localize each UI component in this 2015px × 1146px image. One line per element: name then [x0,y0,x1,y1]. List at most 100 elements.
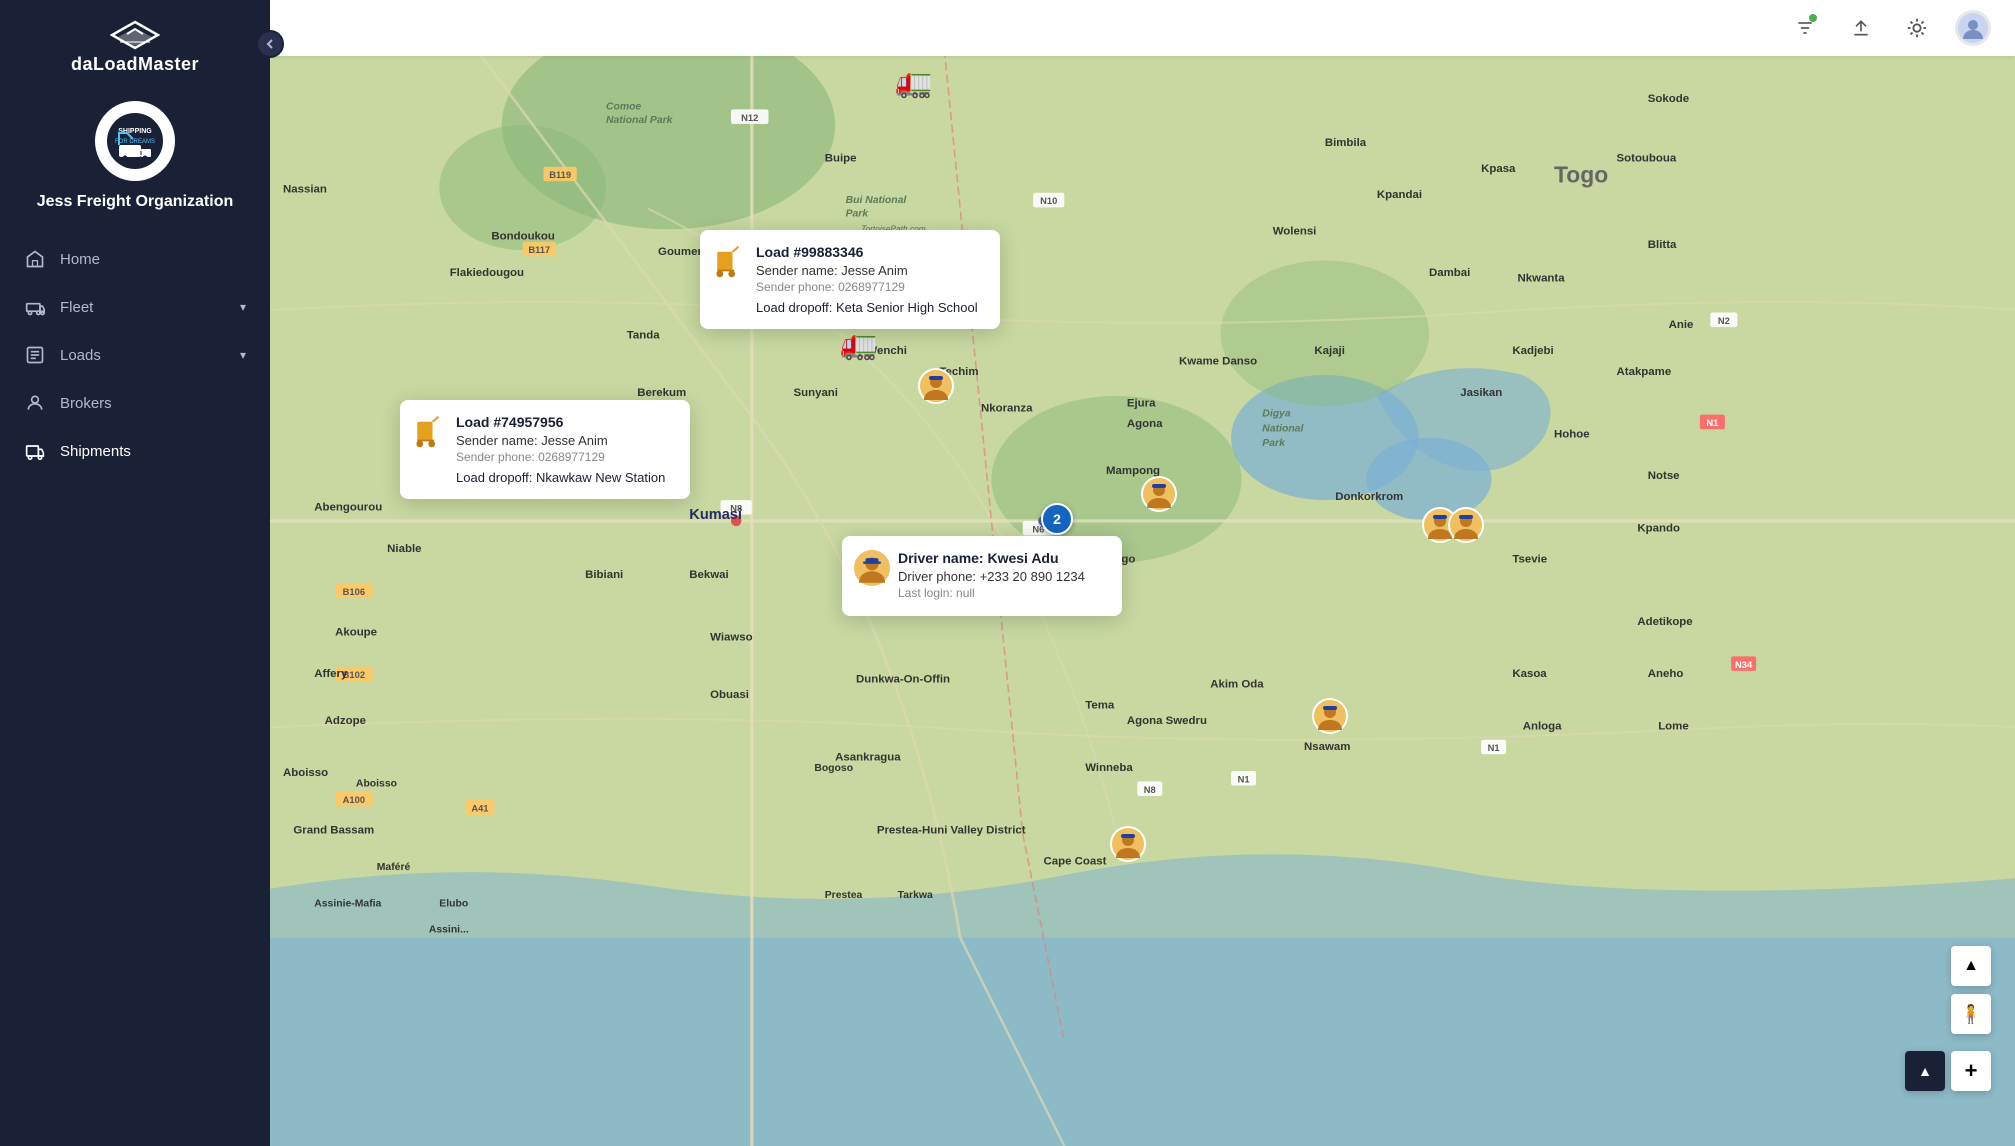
streetview-button[interactable]: 🧍 [1951,994,1991,1034]
svg-text:Kwame Danso: Kwame Danso [1179,356,1257,368]
svg-text:A41: A41 [471,804,488,814]
svg-text:Bogoso: Bogoso [814,763,853,774]
sidebar-item-fleet[interactable]: Fleet ▾ [0,283,270,331]
popup-driver-icon [854,550,890,586]
svg-text:Affery: Affery [314,668,348,680]
sidebar-item-loads-label: Loads [60,347,101,364]
svg-text:Akoupe: Akoupe [335,627,377,639]
svg-text:Assini...: Assini... [429,924,469,935]
svg-text:Jasikan: Jasikan [1460,387,1502,399]
popup-load-icon-1 [712,244,748,280]
zoom-in-button[interactable]: + [1951,1051,1991,1091]
svg-text:Buipe: Buipe [825,152,857,164]
svg-text:Kasoa: Kasoa [1512,668,1547,680]
app-logo-icon [110,20,160,50]
svg-text:Sunyani: Sunyani [793,387,838,399]
sidebar-item-fleet-label: Fleet [60,299,93,316]
svg-text:Digya: Digya [1262,409,1291,420]
fleet-icon [24,296,46,318]
popup-load-2[interactable]: Load #74957956 Sender name: Jesse Anim S… [400,400,690,499]
sidebar-item-home[interactable]: Home [0,235,270,283]
svg-text:Aboisso: Aboisso [356,779,397,790]
loads-icon [24,344,46,366]
svg-text:FOR DREAMS: FOR DREAMS [115,139,155,145]
sidebar-item-brokers[interactable]: Brokers [0,379,270,427]
svg-text:Blitta: Blitta [1648,239,1677,251]
svg-text:Flakiedougou: Flakiedougou [450,267,524,279]
popup-load-2-sender: Sender name: Jesse Anim [456,433,672,448]
sidebar-collapse-button[interactable] [256,30,284,58]
notification-dot [1809,14,1817,22]
svg-text:N34: N34 [1735,660,1753,670]
svg-text:Obuasi: Obuasi [710,689,749,701]
svg-text:Nsawam: Nsawam [1304,741,1350,753]
upload-button[interactable] [1843,10,1879,46]
popup-load-2-dropoff: Load dropoff: Nkawkaw New Station [456,470,672,485]
svg-text:Park: Park [846,209,870,220]
brokers-icon [24,392,46,414]
filter-button[interactable] [1787,10,1823,46]
svg-text:Akim Oda: Akim Oda [1210,679,1264,691]
popup-load-1-dropoff: Load dropoff: Keta Senior High School [756,300,982,315]
sidebar: daLoadMaster SHIPPING FOR DREAMS Jess Fr… [0,0,270,1146]
sidebar-item-home-label: Home [60,251,100,268]
svg-text:Winneba: Winneba [1085,762,1133,774]
sidebar-nav: Home Fleet ▾ [0,235,270,475]
settings-button[interactable] [1899,10,1935,46]
map-area[interactable]: N12 N10 N8 N6 A1 B106 B102 A100 Nassian … [270,0,2015,1146]
popup-load-2-phone: Sender phone: 0268977129 [456,450,672,464]
popup-load-1[interactable]: Load #99883346 Sender name: Jesse Anim S… [700,230,1000,329]
svg-text:Sokode: Sokode [1648,93,1689,105]
marker-driver-2[interactable] [1141,476,1177,517]
sidebar-item-shipments[interactable]: Shipments [0,427,270,475]
svg-text:Bondoukou: Bondoukou [491,231,555,243]
cluster-count[interactable]: 2 [1041,503,1073,535]
sidebar-item-loads[interactable]: Loads ▾ [0,331,270,379]
svg-text:Kpandai: Kpandai [1377,189,1422,201]
svg-text:Aboisso: Aboisso [283,767,328,779]
popup-driver-1[interactable]: Driver name: Kwesi Adu Driver phone: +23… [842,536,1122,616]
svg-text:A100: A100 [343,795,365,805]
popup-load-icon-2 [412,414,448,450]
svg-text:N12: N12 [741,113,758,123]
marker-driver-cape-coast[interactable] [1110,826,1146,867]
svg-text:Nkoranza: Nkoranza [981,403,1033,415]
svg-text:National Park: National Park [606,115,674,126]
svg-text:Tema: Tema [1085,699,1115,711]
svg-text:B106: B106 [343,587,365,597]
pan-up-button[interactable]: ▲ [1951,946,1991,986]
scroll-indicator[interactable]: ▲ [1905,1051,1945,1091]
marker-truck-2[interactable]: 🚛 [840,330,877,360]
sidebar-item-shipments-label: Shipments [60,443,131,460]
marker-driver-1[interactable] [918,368,954,409]
home-icon [24,248,46,270]
loads-chevron: ▾ [240,348,246,362]
marker-driver-group[interactable] [1422,507,1484,543]
svg-text:Tanda: Tanda [627,330,660,342]
svg-text:Wiawso: Wiawso [710,632,752,644]
topbar-icons [1787,10,1991,46]
marker-cluster[interactable]: 2 [1041,503,1073,535]
svg-text:Maféré: Maféré [377,862,411,873]
svg-text:Comoe: Comoe [606,101,641,112]
svg-text:Park: Park [1262,438,1286,449]
svg-text:Dunkwa-On-Offin: Dunkwa-On-Offin [856,673,950,685]
svg-text:Donkorkrom: Donkorkrom [1335,491,1403,503]
user-avatar[interactable] [1955,10,1991,46]
svg-text:N1: N1 [1488,743,1500,753]
svg-text:N1: N1 [1706,418,1718,428]
popup-load-1-phone: Sender phone: 0268977129 [756,280,982,294]
svg-text:Notse: Notse [1648,470,1680,482]
svg-text:Kadjebi: Kadjebi [1512,345,1553,357]
svg-text:Agona Swedru: Agona Swedru [1127,715,1207,727]
svg-text:Cape Coast: Cape Coast [1044,856,1107,868]
marker-driver-accra[interactable] [1312,698,1348,739]
svg-text:N10: N10 [1040,196,1057,206]
svg-text:Prestea: Prestea [825,890,863,901]
svg-text:Adzope: Adzope [325,715,366,727]
svg-text:Nkwanta: Nkwanta [1518,272,1566,284]
svg-text:Elubo: Elubo [439,898,468,909]
marker-truck-1[interactable]: 🚛 [895,68,932,98]
svg-text:Aneho: Aneho [1648,668,1684,680]
svg-text:Asankragua: Asankragua [835,752,901,764]
